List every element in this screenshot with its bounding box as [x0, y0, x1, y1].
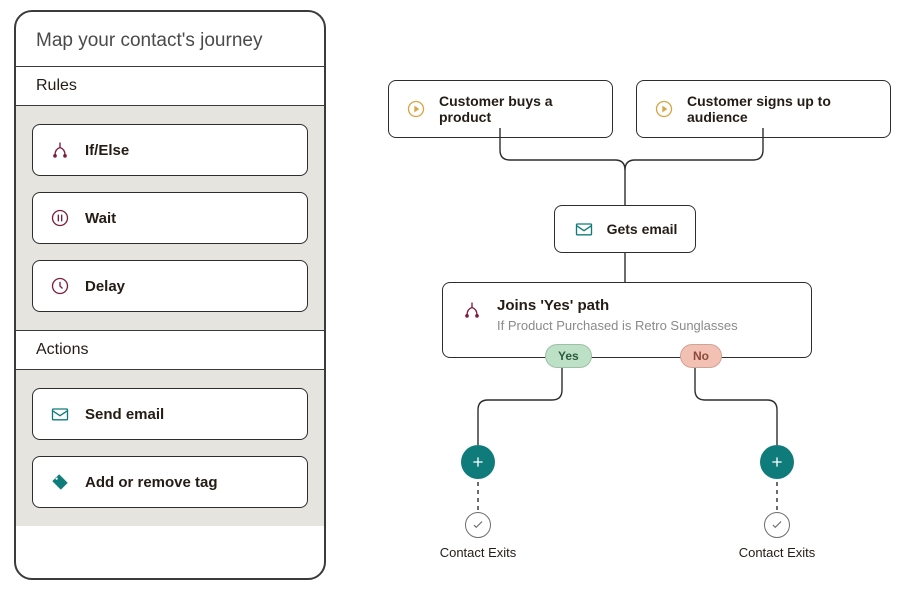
actions-section-body: Send email Add or remove tag [16, 370, 324, 526]
mail-icon [49, 403, 71, 425]
rule-item-wait[interactable]: Wait [32, 192, 308, 244]
rule-item-label: If/Else [85, 142, 129, 159]
action-item-label: Send email [85, 406, 164, 423]
email-node[interactable]: Gets email [554, 205, 696, 253]
clock-icon [49, 275, 71, 297]
exit-node-yes [465, 512, 491, 538]
condition-title: Joins 'Yes' path [497, 297, 738, 314]
trigger-icon [405, 98, 427, 120]
exit-label-no: Contact Exits [737, 545, 817, 560]
trigger-icon [653, 98, 675, 120]
exit-label-yes: Contact Exits [438, 545, 518, 560]
action-item-label: Add or remove tag [85, 474, 218, 491]
condition-subtitle: If Product Purchased is Retro Sunglasses [497, 318, 738, 333]
edge-email-to-condition [340, 0, 900, 300]
journey-canvas: Customer buys a product Customer signs u… [340, 0, 900, 600]
tag-icon [49, 471, 71, 493]
action-item-tag[interactable]: Add or remove tag [32, 456, 308, 508]
panel-title: Map your contact's journey [16, 12, 324, 66]
journey-builder-panel: Map your contact's journey Rules If/Else… [14, 10, 326, 580]
rule-item-label: Wait [85, 210, 116, 227]
trigger-node-buys-product[interactable]: Customer buys a product [388, 80, 613, 138]
actions-section-header: Actions [16, 330, 324, 370]
mail-icon [573, 218, 595, 240]
trigger-node-label: Customer signs up to audience [687, 93, 874, 125]
action-item-send-email[interactable]: Send email [32, 388, 308, 440]
yes-pill: Yes [545, 344, 592, 368]
rule-item-label: Delay [85, 278, 125, 295]
condition-node[interactable]: Joins 'Yes' path If Product Purchased is… [442, 282, 812, 358]
pause-icon [49, 207, 71, 229]
branch-icon [461, 299, 483, 321]
no-pill: No [680, 344, 722, 368]
rules-section-body: If/Else Wait Delay [16, 106, 324, 330]
add-step-yes-button[interactable] [461, 445, 495, 479]
exit-node-no [764, 512, 790, 538]
branch-icon [49, 139, 71, 161]
rule-item-if-else[interactable]: If/Else [32, 124, 308, 176]
add-step-no-button[interactable] [760, 445, 794, 479]
trigger-node-signs-up[interactable]: Customer signs up to audience [636, 80, 891, 138]
trigger-node-label: Customer buys a product [439, 93, 596, 125]
rule-item-delay[interactable]: Delay [32, 260, 308, 312]
email-node-label: Gets email [607, 221, 678, 237]
rules-section-header: Rules [16, 66, 324, 106]
